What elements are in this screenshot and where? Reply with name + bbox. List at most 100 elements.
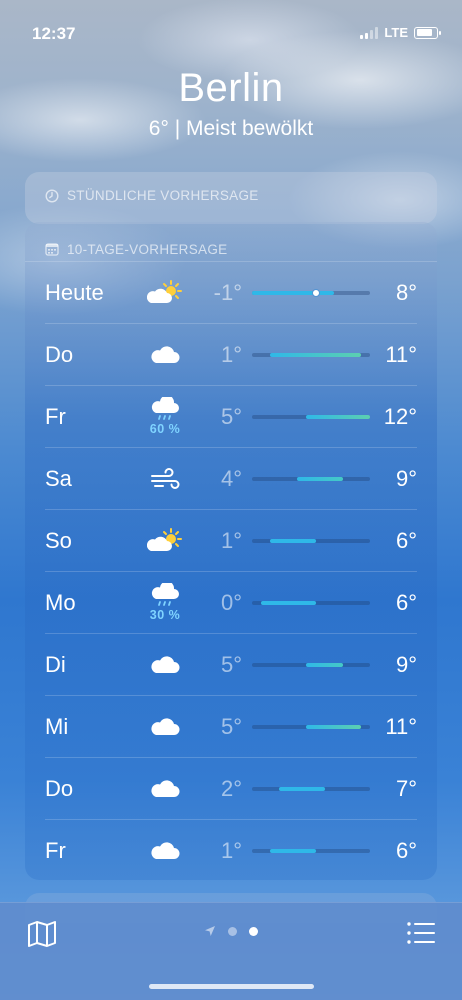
hourly-forecast-panel[interactable]: STÜNDLICHE VORHERSAGE xyxy=(25,172,437,224)
forecast-row[interactable]: So 1° 6° xyxy=(45,510,417,572)
location-header: Berlin 6° | Meist bewölkt xyxy=(0,66,462,141)
cloud-icon xyxy=(148,713,182,741)
calendar-icon xyxy=(45,243,59,256)
rain-cloud-icon xyxy=(148,581,182,607)
forecast-day: Do xyxy=(45,341,74,367)
forecast-day: Fr xyxy=(45,403,66,429)
weather-icon-cell xyxy=(140,467,190,491)
temperature-range-bar xyxy=(252,724,370,729)
forecast-day: Do xyxy=(45,775,74,801)
status-time: 12:37 xyxy=(32,24,76,43)
temperature-range-bar xyxy=(252,786,370,791)
forecast-row[interactable]: Heute -1° 8° xyxy=(45,262,417,324)
partly-sunny-icon xyxy=(146,527,183,555)
weather-icon-cell xyxy=(140,837,190,865)
temperature-range-fill xyxy=(252,290,334,295)
status-indicators: LTE xyxy=(360,25,441,40)
list-icon[interactable] xyxy=(407,921,435,945)
low-temp: 1° xyxy=(220,527,242,553)
ten-day-forecast-panel[interactable]: 10-TAGE-VORHERSAGE Heute -1° 8° Do 1° 11° Fr 60… xyxy=(25,222,437,880)
weather-icon-cell xyxy=(140,775,190,803)
high-temp: 12° xyxy=(383,403,417,429)
temperature-range-fill xyxy=(306,724,361,729)
low-temp: 5° xyxy=(220,651,242,677)
forecast-row[interactable]: Mi 5° 11° xyxy=(45,696,417,758)
cloud-icon xyxy=(148,837,182,865)
home-indicator xyxy=(149,984,314,989)
high-temp: 9° xyxy=(395,651,417,677)
temperature-range-fill xyxy=(306,414,370,419)
weather-icon-cell xyxy=(140,279,190,307)
daily-title: 10-TAGE-VORHERSAGE xyxy=(67,241,228,257)
forecast-row[interactable]: Mo 30 % 0° 6° xyxy=(45,572,417,634)
low-temp: 5° xyxy=(220,713,242,739)
high-temp: 6° xyxy=(395,527,417,553)
forecast-row[interactable]: Sa 4° 9° xyxy=(45,448,417,510)
partly-sunny-icon xyxy=(146,279,183,307)
forecast-day: Sa xyxy=(45,465,72,491)
weather-icon-cell xyxy=(140,713,190,741)
low-temp: 4° xyxy=(220,465,242,491)
forecast-day: Heute xyxy=(45,279,104,305)
temperature-range-bar xyxy=(252,849,370,853)
low-temp: 0° xyxy=(220,589,242,615)
page-indicator[interactable] xyxy=(0,925,462,937)
current-condition: 6° | Meist bewölkt xyxy=(148,117,314,140)
temperature-range-fill xyxy=(270,352,361,357)
cloud-icon xyxy=(148,341,182,369)
low-temp: -1° xyxy=(213,279,242,305)
forecast-day: So xyxy=(45,527,72,553)
cloud-icon xyxy=(148,651,182,679)
low-temp: 5° xyxy=(220,403,242,429)
low-temp: 1° xyxy=(220,838,242,863)
forecast-row[interactable]: Di 5° 9° xyxy=(45,634,417,696)
temperature-range-bar xyxy=(252,352,370,357)
forecast-rows: Heute -1° 8° Do 1° 11° Fr 60 % 5° 12° Sa 4° 9° So 1° 6°… xyxy=(25,262,437,882)
page-dot-active[interactable] xyxy=(249,926,258,936)
page-dot[interactable] xyxy=(228,926,237,936)
precipitation-chance: 60 % xyxy=(149,422,181,436)
current-temp-marker xyxy=(311,288,320,297)
high-temp: 8° xyxy=(395,279,417,305)
high-temp: 9° xyxy=(395,465,417,491)
hourly-title: STÜNDLICHE VORHERSAGE xyxy=(67,188,259,203)
network-label: LTE xyxy=(384,25,408,40)
temperature-range-bar xyxy=(252,600,370,605)
forecast-row[interactable]: Fr 1° 6° xyxy=(45,820,417,882)
cloud-icon xyxy=(148,775,182,803)
temperature-range-fill xyxy=(297,476,343,481)
rain-cloud-icon xyxy=(148,395,182,421)
weather-icon-cell: 30 % xyxy=(140,581,190,622)
low-temp: 2° xyxy=(220,775,242,801)
forecast-day: Di xyxy=(45,651,66,677)
weather-icon-cell: 60 % xyxy=(140,395,190,436)
battery-icon xyxy=(414,26,441,39)
high-temp: 6° xyxy=(395,589,417,615)
high-temp: 11° xyxy=(385,713,417,739)
temperature-range-bar xyxy=(252,476,370,481)
temperature-range-bar xyxy=(252,414,370,419)
status-bar: 12:37 LTE xyxy=(0,0,462,60)
temperature-range-bar xyxy=(252,538,370,543)
temperature-range-fill xyxy=(270,849,316,853)
low-temp: 1° xyxy=(220,341,242,367)
forecast-row[interactable]: Do 2° 7° xyxy=(45,758,417,820)
forecast-day: Fr xyxy=(45,838,66,863)
wind-icon xyxy=(149,467,181,491)
temperature-range-bar xyxy=(252,288,370,297)
temperature-range-fill xyxy=(270,538,316,543)
precipitation-chance: 30 % xyxy=(149,608,181,622)
temperature-range-fill xyxy=(306,662,343,667)
city-name: Berlin xyxy=(178,66,284,110)
location-arrow-icon xyxy=(205,926,215,936)
temperature-range-fill xyxy=(261,600,316,605)
forecast-row[interactable]: Do 1° 11° xyxy=(45,324,417,386)
clock-icon xyxy=(45,188,59,203)
signal-icon xyxy=(360,26,379,39)
weather-icon-cell xyxy=(140,341,190,369)
forecast-row[interactable]: Fr 60 % 5° 12° xyxy=(45,386,417,448)
high-temp: 6° xyxy=(395,838,417,863)
weather-icon-cell xyxy=(140,651,190,679)
forecast-day: Mo xyxy=(45,589,76,615)
forecast-day: Mi xyxy=(45,713,69,739)
